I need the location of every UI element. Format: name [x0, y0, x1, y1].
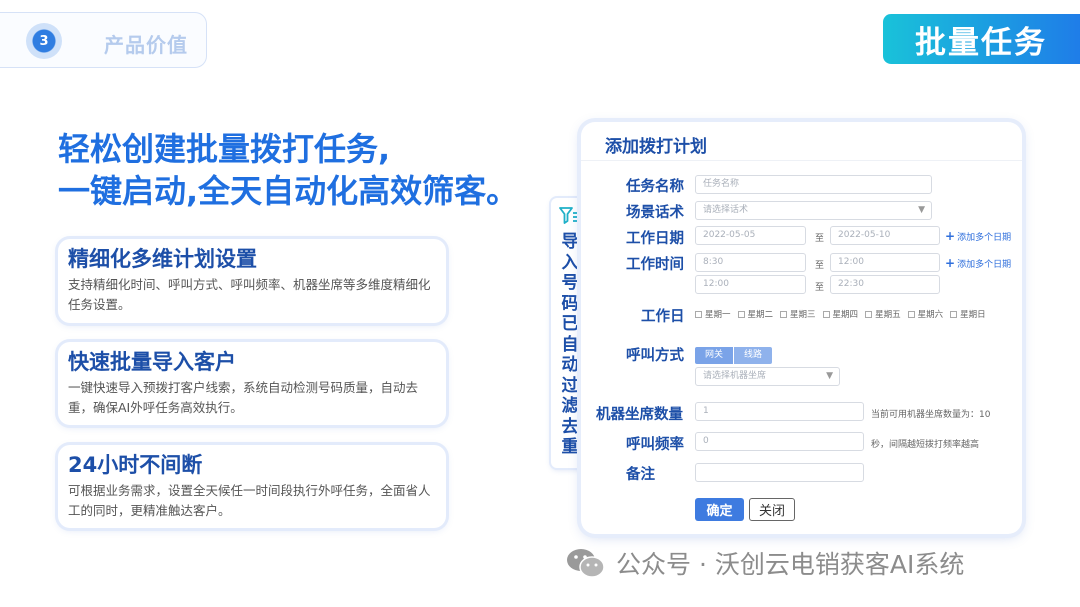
feature-title: 快速批量导入客户	[68, 350, 236, 374]
headline-line2: 一键启动,全天自动化高效筛客。	[58, 172, 519, 210]
close-button[interactable]: 关闭	[749, 498, 795, 521]
work-date-end-input[interactable]: 2022-05-10	[830, 226, 940, 245]
section-number: 3	[26, 23, 62, 59]
checkbox-box	[695, 310, 702, 318]
import-filter-text: 导 入 号 码 已 自 动 过 滤 去 重	[562, 232, 579, 458]
feature-desc: 一键快速导入预拨打客户线索，系统自动检测号码质量，自动去重，确保AI外呼任务高效…	[68, 380, 419, 415]
headline: 轻松创建批量拨打任务, 一键启动,全天自动化高效筛客。	[58, 128, 538, 212]
weekday-label: 星期一	[705, 310, 731, 320]
work-time-start-2-input[interactable]: 12:00	[695, 275, 806, 294]
add-date-button[interactable]: + 添加多个日期	[945, 229, 1011, 243]
chevron-down-icon: ▼	[826, 371, 833, 381]
workday-checkboxes: 星期一 星期二 星期三 星期四 星期五 星期六 星期日	[695, 308, 986, 320]
task-name-input[interactable]: 任务名称	[695, 175, 932, 194]
strip-char: 重	[561, 437, 579, 457]
section-title: 产品价值	[104, 33, 188, 57]
add-call-plan-dialog: 添加拨打计划 任务名称 任务名称 场景话术 请选择话术 ▼ 工作日期 2022-…	[581, 122, 1022, 534]
workday-checkbox-sat[interactable]: 星期六	[907, 308, 944, 320]
weekday-label: 星期日	[960, 310, 986, 320]
section-badge: 3 产品价值	[0, 12, 207, 68]
seats-input[interactable]: 1	[695, 402, 864, 421]
robot-seat-select[interactable]: 请选择机器坐席 ▼	[695, 367, 840, 386]
strip-char: 滤	[561, 396, 579, 416]
work-date-label: 工作日期	[626, 231, 684, 247]
plus-icon: +	[945, 256, 956, 270]
feature-desc: 可根据业务需求，设置全天候任一时间段执行外呼任务，全面省人工的同时，更精准触达客…	[68, 483, 431, 518]
strip-char: 已	[561, 314, 579, 334]
watermark-text: 公众号 · 沃创云电销获客AI系统	[616, 550, 965, 579]
strip-char: 动	[561, 355, 579, 375]
work-time-separator-2: 至	[815, 283, 825, 293]
feature-desc: 支持精细化时间、呼叫方式、呼叫频率、机器坐席等多维度精细化任务设置。	[68, 277, 431, 312]
workday-checkbox-fri[interactable]: 星期五	[865, 308, 901, 320]
feature-card-bulk-import: 快速批量导入客户 一键快速导入预拨打客户线索，系统自动检测号码质量，自动去重，确…	[58, 342, 446, 425]
script-label: 场景话术	[626, 205, 684, 221]
strip-char: 号	[561, 273, 579, 293]
task-name-label: 任务名称	[626, 179, 684, 195]
headline-line1: 轻松创建批量拨打任务,	[58, 130, 391, 168]
add-time-label: 添加多个日期	[957, 260, 1012, 270]
call-mode-gateway-tab[interactable]: 网关	[695, 347, 734, 364]
weekday-label: 星期六	[917, 310, 944, 320]
weekday-label: 星期五	[875, 310, 901, 320]
call-mode-label: 呼叫方式	[626, 348, 684, 364]
dialog-title: 添加拨打计划	[605, 137, 707, 157]
strip-char: 去	[561, 416, 579, 437]
remark-label: 备注	[626, 467, 655, 483]
script-select[interactable]: 请选择话术 ▼	[695, 201, 932, 220]
topic-tag-label: 批量任务	[915, 24, 1047, 61]
dialog-divider	[581, 160, 1022, 161]
weekday-label: 星期三	[790, 310, 816, 320]
workday-checkbox-mon[interactable]: 星期一	[695, 308, 731, 320]
feature-title: 精细化多维计划设置	[68, 247, 257, 271]
workday-checkbox-thu[interactable]: 星期四	[822, 308, 859, 320]
work-date-start-input[interactable]: 2022-05-05	[695, 226, 806, 245]
add-time-button[interactable]: + 添加多个日期	[945, 256, 1011, 270]
strip-char: 过	[561, 375, 579, 396]
work-time-end-1-input[interactable]: 12:00	[830, 253, 940, 272]
workday-checkbox-wed[interactable]: 星期三	[780, 308, 816, 320]
call-mode-segmented: 网关 线路	[695, 347, 773, 364]
work-date-separator: 至	[815, 234, 825, 244]
feature-card-24h: 24小时不间断 可根据业务需求，设置全天候任一时间段执行外呼任务，全面省人工的同…	[58, 445, 446, 528]
workday-checkbox-sun[interactable]: 星期日	[950, 308, 986, 320]
checkbox-box	[907, 310, 915, 318]
seats-hint: 当前可用机器坐席数量为：10	[871, 410, 991, 420]
workday-label: 工作日	[641, 309, 685, 325]
work-time-label: 工作时间	[626, 257, 684, 273]
checkbox-box	[737, 310, 745, 318]
strip-char: 导	[561, 232, 579, 252]
work-time-end-2-input[interactable]: 22:30	[830, 275, 940, 294]
plus-icon: +	[945, 229, 956, 243]
feature-card-plan-settings: 精细化多维计划设置 支持精细化时间、呼叫方式、呼叫频率、机器坐席等多维度精细化任…	[58, 239, 446, 323]
topic-tag: 批量任务	[883, 14, 1080, 64]
work-time-separator-1: 至	[815, 261, 825, 271]
checkbox-box	[865, 310, 873, 318]
confirm-button[interactable]: 确定	[695, 498, 744, 521]
work-time-start-1-input[interactable]: 8:30	[695, 253, 806, 272]
weekday-label: 星期四	[832, 310, 859, 320]
frequency-label: 呼叫频率	[626, 437, 684, 453]
robot-seat-select-placeholder: 请选择机器坐席	[703, 371, 767, 381]
add-date-label: 添加多个日期	[957, 233, 1012, 243]
call-mode-line-tab[interactable]: 线路	[734, 347, 773, 364]
watermark: 公众号 · 沃创云电销获客AI系统	[566, 545, 964, 581]
weekday-label: 星期二	[747, 310, 774, 320]
frequency-input[interactable]: 0	[695, 432, 864, 451]
remark-input[interactable]	[695, 463, 864, 482]
chevron-down-icon: ▼	[918, 205, 925, 215]
script-select-placeholder: 请选择话术	[703, 205, 749, 215]
checkbox-box	[780, 310, 788, 318]
checkbox-box	[822, 310, 830, 318]
seats-label: 机器坐席数量	[596, 407, 683, 423]
frequency-hint: 秒，间隔越短拨打频率越高	[871, 440, 980, 450]
strip-char: 入	[561, 252, 579, 273]
wechat-icon	[567, 549, 605, 578]
feature-title: 24小时不间断	[68, 453, 203, 477]
strip-char: 自	[561, 334, 579, 355]
strip-char: 码	[561, 293, 579, 314]
checkbox-box	[950, 310, 958, 318]
filter-funnel-icon	[559, 207, 580, 224]
workday-checkbox-tue[interactable]: 星期二	[737, 308, 774, 320]
